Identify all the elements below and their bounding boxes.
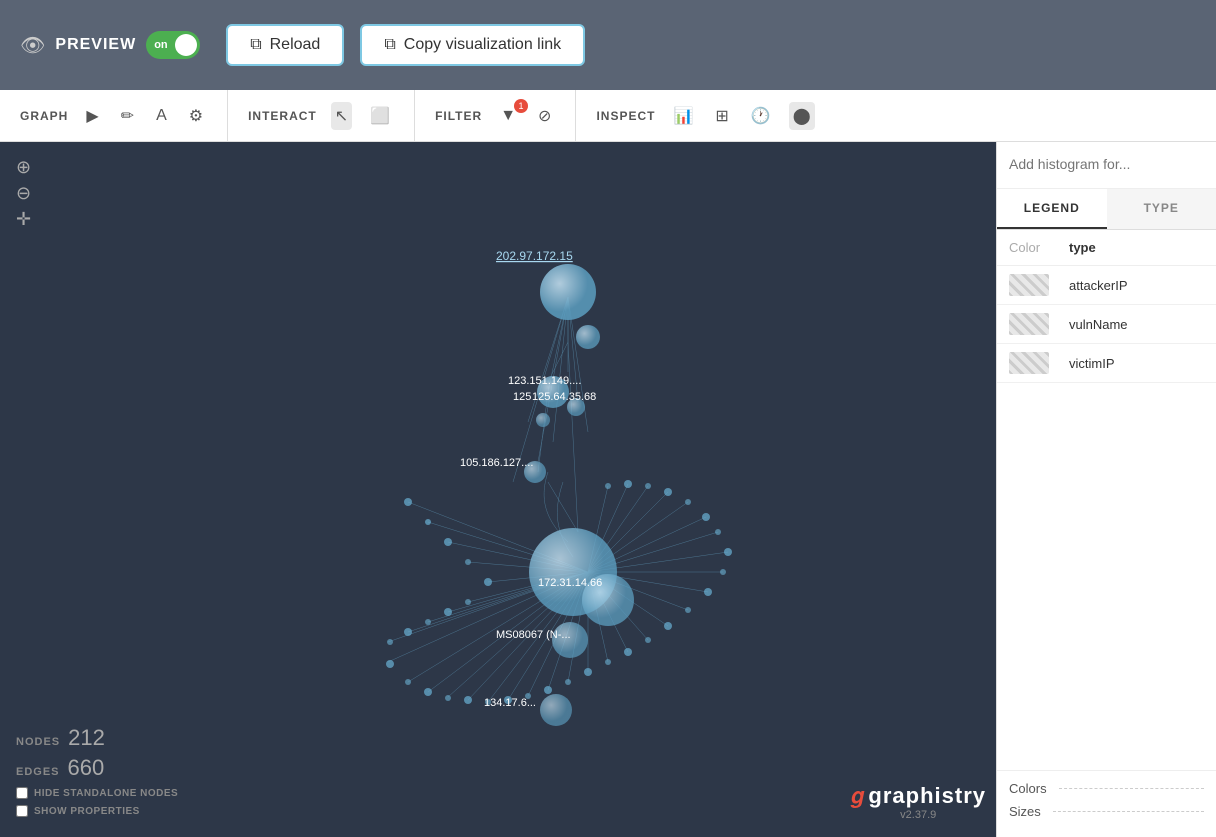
brush-icon[interactable]: ✏	[117, 102, 138, 130]
select-icon[interactable]: ⬜	[366, 102, 394, 130]
show-properties-checkbox[interactable]	[16, 805, 28, 817]
svg-text:134.17.6...: 134.17.6...	[484, 697, 536, 709]
legend-content: Color type attackerIP vulnName victimIP	[997, 230, 1216, 770]
show-properties-label: SHOW PROPERTIES	[34, 806, 140, 817]
toggle-knob	[175, 34, 197, 56]
reload-label: Reload	[270, 36, 321, 54]
svg-text:125.64.35.68: 125.64.35.68	[532, 391, 596, 403]
histogram-input[interactable]	[1009, 156, 1204, 172]
nodes-label: NODES	[16, 736, 60, 748]
filter-badge-container: ▼ 1	[496, 107, 520, 125]
color-col-header: Color	[1009, 240, 1069, 255]
sizes-row: Sizes	[1009, 804, 1204, 819]
panel-footer: Colors Sizes	[997, 770, 1216, 837]
hide-standalone-label: HIDE STANDALONE NODES	[34, 788, 178, 799]
preview-section: 👁 PREVIEW on	[20, 31, 200, 59]
eye-icon: 👁	[20, 33, 45, 58]
sizes-line	[1053, 811, 1204, 812]
legend-row-attacker: attackerIP	[997, 266, 1216, 305]
table-icon[interactable]: ⊞	[711, 102, 732, 130]
circle-icon[interactable]: ⬤	[789, 102, 815, 130]
toggle-on-label: on	[154, 39, 167, 51]
panel-tabs: LEGEND TYPE	[997, 189, 1216, 230]
edges-label: EDGES	[16, 766, 60, 778]
colors-line	[1059, 788, 1204, 789]
graph-stats: NODES 212 EDGES 660 HIDE STANDALONE NODE…	[16, 725, 178, 817]
top-bar: 👁 PREVIEW on ⧉ Reload ⧉ Copy visualizati…	[0, 0, 1216, 90]
victim-name: victimIP	[1069, 356, 1204, 371]
watermark-logo: graphistry	[868, 783, 986, 809]
filter-section: FILTER ▼ 1 ⊘	[414, 90, 575, 141]
svg-text:MS08067 (N-...: MS08067 (N-...	[496, 629, 571, 641]
interact-label: INTERACT	[248, 109, 317, 123]
toolbar: GRAPH ▶ ✏ A ⚙ INTERACT ↖ ⬜ FILTER ▼ 1 ⊘ …	[0, 90, 1216, 142]
zoom-out-button[interactable]: ⊖	[16, 184, 31, 202]
zoom-controls: ⊕ ⊖ ✛	[16, 158, 31, 228]
victim-color-swatch	[1009, 352, 1049, 374]
histogram-section	[997, 142, 1216, 189]
colors-row: Colors	[1009, 781, 1204, 796]
watermark-version: v2.37.9	[850, 809, 986, 821]
preview-label: PREVIEW	[55, 36, 136, 54]
copy-viz-label: Copy visualization link	[404, 36, 561, 54]
graph-label: GRAPH	[20, 109, 68, 123]
zoom-fit-button[interactable]: ✛	[16, 210, 31, 228]
nodes-count: 212	[68, 725, 105, 751]
vuln-name: vulnName	[1069, 317, 1204, 332]
vuln-color-swatch	[1009, 313, 1049, 335]
inspect-label: INSPECT	[596, 109, 655, 123]
tab-type[interactable]: TYPE	[1107, 189, 1216, 229]
legend-row-victim: victimIP	[997, 344, 1216, 383]
play-icon[interactable]: ▶	[82, 102, 102, 130]
svg-text:105.186.127....: 105.186.127....	[460, 457, 533, 469]
svg-text:123.151.149....: 123.151.149....	[508, 375, 581, 387]
graph-section: GRAPH ▶ ✏ A ⚙	[0, 90, 227, 141]
graph-canvas[interactable]: ⊕ ⊖ ✛	[0, 142, 996, 837]
reload-button[interactable]: ⧉ Reload	[226, 24, 344, 66]
settings-icon[interactable]: ⚙	[185, 102, 207, 130]
type-col-header: type	[1069, 240, 1204, 255]
tab-legend[interactable]: LEGEND	[997, 189, 1107, 229]
sizes-label: Sizes	[1009, 804, 1041, 819]
cursor-icon[interactable]: ↖	[331, 102, 352, 130]
clock-icon[interactable]: 🕐	[747, 102, 775, 130]
filter-label: FILTER	[435, 109, 482, 123]
interact-section: INTERACT ↖ ⬜	[227, 90, 414, 141]
filter-count: 1	[514, 99, 528, 113]
watermark: 𝒈 graphistry v2.37.9	[850, 783, 986, 821]
inspect-section: INSPECT 📊 ⊞ 🕐 ⬤	[575, 90, 834, 141]
hide-standalone-checkbox[interactable]	[16, 787, 28, 799]
attacker-color-swatch	[1009, 274, 1049, 296]
text-icon[interactable]: A	[152, 103, 171, 129]
histogram-icon[interactable]: 📊	[669, 102, 697, 130]
filter-clear-icon[interactable]: ⊘	[534, 102, 555, 130]
copy-icon: ⧉	[384, 36, 395, 54]
svg-text:202.97.172.15: 202.97.172.15	[496, 249, 573, 263]
svg-text:125: 125	[513, 391, 531, 403]
main-area: ⊕ ⊖ ✛	[0, 142, 1216, 837]
legend-header: Color type	[997, 230, 1216, 266]
copy-viz-button[interactable]: ⧉ Copy visualization link	[360, 24, 585, 66]
right-panel: LEGEND TYPE Color type attackerIP vulnNa…	[996, 142, 1216, 837]
zoom-in-button[interactable]: ⊕	[16, 158, 31, 176]
reload-icon: ⧉	[250, 36, 261, 54]
edges-count: 660	[68, 755, 105, 781]
colors-label: Colors	[1009, 781, 1047, 796]
attacker-name: attackerIP	[1069, 278, 1204, 293]
preview-toggle[interactable]: on	[146, 31, 200, 59]
svg-text:172.31.14.66: 172.31.14.66	[538, 577, 602, 589]
legend-row-vuln: vulnName	[997, 305, 1216, 344]
